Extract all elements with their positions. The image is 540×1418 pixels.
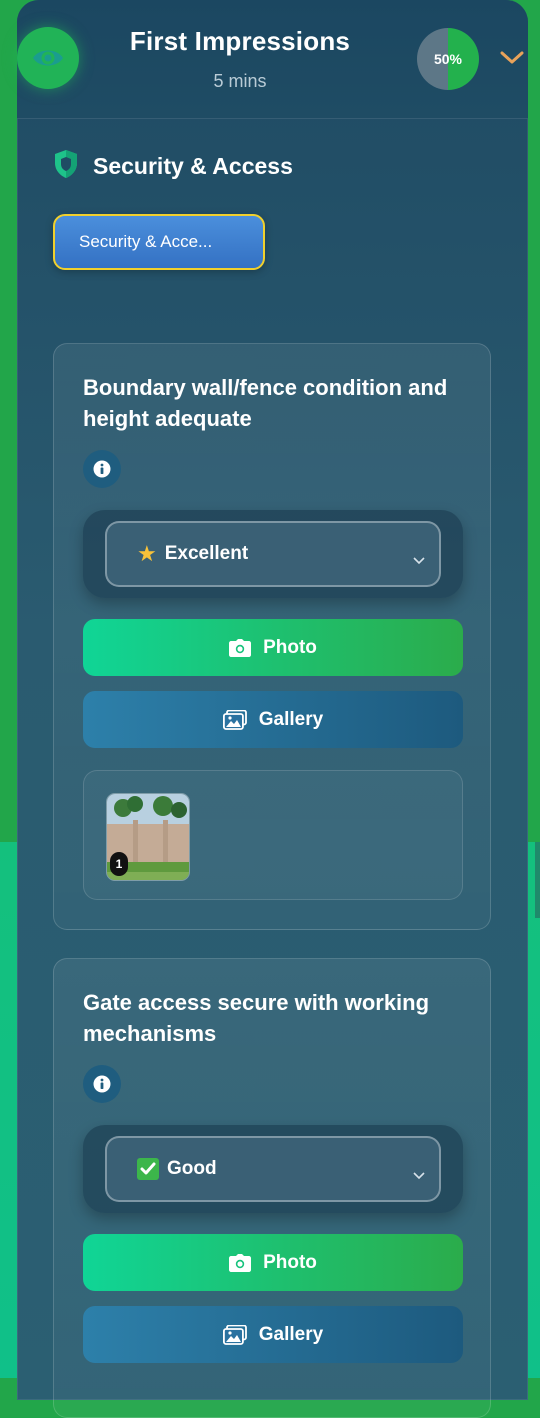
camera-icon xyxy=(229,1253,252,1272)
gallery-button-label: Gallery xyxy=(258,1323,324,1345)
photo-count-badge: 1 xyxy=(110,852,128,876)
rating-select[interactable]: ★ Excellent xyxy=(105,521,441,587)
photo-button-label: Photo xyxy=(263,636,317,658)
checklist-item: Boundary wall/fence condition and height… xyxy=(53,343,491,930)
progress-label: 50% xyxy=(433,51,463,67)
section-heading: Security & Access xyxy=(53,149,293,184)
question-text: Boundary wall/fence condition and height… xyxy=(83,375,448,431)
star-icon: ★ xyxy=(137,541,157,566)
chevron-down-icon xyxy=(413,1164,425,1186)
photo-button[interactable]: Photo xyxy=(83,1234,463,1291)
rating-select-wrapper: Good xyxy=(83,1125,463,1213)
gallery-button[interactable]: Gallery xyxy=(83,1306,463,1363)
section-title: Security & Access xyxy=(93,152,293,179)
rating-value: Excellent xyxy=(164,543,249,564)
scrollbar-thumb[interactable] xyxy=(535,842,540,918)
rating-select[interactable]: Good xyxy=(105,1136,441,1202)
photo-button-label: Photo xyxy=(263,1251,317,1273)
question-text: Gate access secure with working mechanis… xyxy=(83,990,430,1046)
gallery-button-label: Gallery xyxy=(258,708,324,730)
page-title: First Impressions xyxy=(129,26,351,56)
photo-list: 1 xyxy=(83,770,463,900)
progress-ring: 50% xyxy=(417,28,479,90)
checklist-panel: First Impressions 5 mins 50% Security & … xyxy=(17,0,528,1418)
info-icon[interactable] xyxy=(83,1065,121,1103)
chevron-down-icon[interactable] xyxy=(499,50,525,71)
camera-icon xyxy=(229,638,252,657)
section-tag-button[interactable]: Security & Acce... xyxy=(53,214,265,270)
images-icon xyxy=(222,1324,247,1345)
rating-select-wrapper: ★ Excellent xyxy=(83,510,463,598)
rating-value: Good xyxy=(167,1158,217,1179)
photo-button[interactable]: Photo xyxy=(83,619,463,676)
gallery-button[interactable]: Gallery xyxy=(83,691,463,748)
photo-thumbnail[interactable]: 1 xyxy=(106,793,190,881)
duration-label: 5 mins xyxy=(213,71,267,91)
eye-icon xyxy=(17,27,79,89)
chevron-down-icon xyxy=(413,549,425,571)
images-icon xyxy=(222,709,247,730)
check-icon xyxy=(137,1158,159,1180)
section-header[interactable]: First Impressions 5 mins 50% xyxy=(17,0,528,119)
info-icon[interactable] xyxy=(83,450,121,488)
checklist-item: Gate access secure with working mechanis… xyxy=(53,958,491,1418)
shield-icon xyxy=(53,149,79,184)
